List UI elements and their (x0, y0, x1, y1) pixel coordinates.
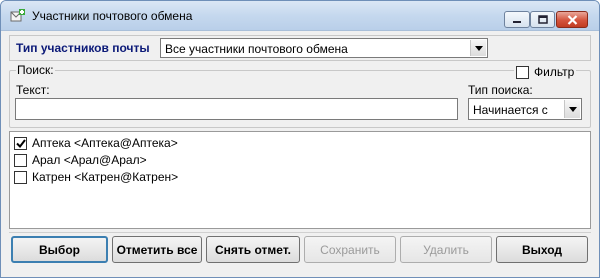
item-checkbox[interactable] (14, 136, 27, 150)
select-button[interactable]: Выбор (11, 236, 108, 263)
text-label: Текст: (16, 83, 50, 97)
filter-checkbox[interactable] (516, 65, 529, 79)
checkmark-icon (15, 138, 26, 148)
list-item-label: Катрен <Катрен@Катрен> (32, 170, 179, 184)
search-type-value: Начинается с (473, 103, 548, 117)
title-bar[interactable]: Участники почтового обмена (1, 1, 599, 31)
list-item-label: Аптека <Аптека@Аптека> (32, 136, 178, 150)
participant-type-select[interactable]: Все участники почтового обмена (160, 38, 488, 58)
participant-type-row: Тип участников почты Все участники почто… (9, 35, 591, 61)
chevron-down-icon[interactable] (470, 40, 486, 56)
chevron-down-icon[interactable] (564, 100, 580, 118)
divider (9, 232, 591, 233)
maximize-button[interactable] (530, 11, 555, 28)
item-checkbox[interactable] (14, 170, 27, 184)
save-button[interactable]: Сохранить (304, 236, 396, 263)
list-item[interactable]: Аптека <Аптека@Аптека> (14, 135, 178, 151)
list-item-label: Арал <Арал@Арал> (32, 153, 147, 167)
client-area: Тип участников почты Все участники почто… (7, 32, 593, 272)
search-group: Поиск: Фильтр Текст: Тип поиска: Начинае… (9, 63, 591, 128)
participant-type-value: Все участники почтового обмена (165, 42, 348, 56)
unmark-button[interactable]: Снять отмет. (206, 236, 300, 263)
list-item[interactable]: Катрен <Катрен@Катрен> (14, 169, 178, 185)
exit-button[interactable]: Выход (496, 236, 588, 263)
close-icon (567, 14, 577, 25)
participants-list[interactable]: Аптека <Аптека@Аптека> Арал <Арал@Арал> … (9, 131, 591, 229)
search-type-label: Тип поиска: (468, 83, 533, 97)
minimize-icon (513, 20, 521, 23)
search-type-select[interactable]: Начинается с (468, 98, 582, 120)
delete-button[interactable]: Удалить (400, 236, 492, 263)
list-item[interactable]: Арал <Арал@Арал> (14, 152, 147, 168)
mark-all-button[interactable]: Отметить все (112, 236, 202, 263)
maximize-icon (537, 15, 548, 24)
participant-type-label: Тип участников почты (16, 41, 150, 55)
filter-toggle[interactable]: Фильтр (514, 65, 577, 79)
minimize-button[interactable] (504, 11, 530, 28)
close-button[interactable] (556, 11, 588, 28)
app-icon (10, 9, 25, 22)
search-text-input[interactable] (15, 98, 458, 120)
search-legend: Поиск: (16, 63, 55, 77)
filter-label: Фильтр (534, 65, 575, 79)
main-window: Участники почтового обмена Тип участнико… (0, 0, 600, 278)
item-checkbox[interactable] (14, 153, 27, 167)
window-title: Участники почтового обмена (32, 9, 193, 23)
